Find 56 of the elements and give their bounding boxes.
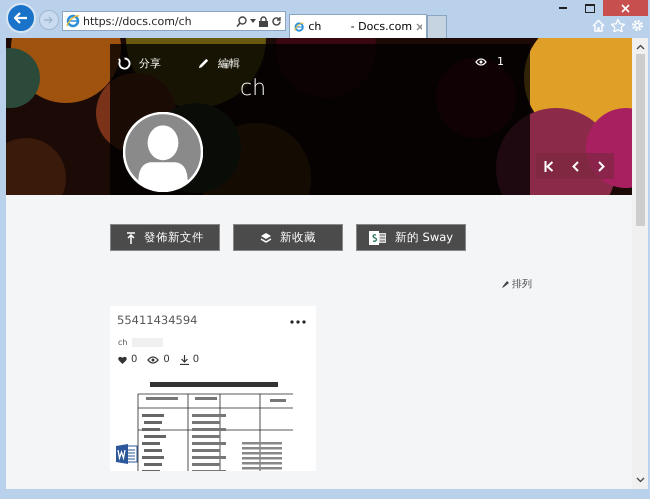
first-button[interactable] [536, 153, 562, 179]
ie-icon [66, 14, 80, 28]
author-name: ch [118, 338, 164, 347]
chevron-left-icon [572, 160, 578, 172]
close-icon [621, 4, 630, 12]
ie-icon [294, 20, 304, 34]
minimize-icon [558, 7, 566, 9]
document-title: 55411434594 [117, 313, 198, 327]
profile-name: ch [240, 76, 266, 101]
eye-icon [475, 58, 487, 66]
sway-icon [368, 230, 387, 246]
scroll-up-icon[interactable] [636, 44, 644, 50]
search-icon[interactable] [236, 16, 247, 26]
collection-button[interactable]: 新收藏 [233, 224, 343, 251]
document-card[interactable]: 55411434594 ch 0 0 0 [110, 306, 316, 471]
view-count: 1 [497, 55, 504, 68]
arrow-right-icon [44, 16, 54, 24]
eye-icon [147, 356, 160, 364]
edit-button[interactable]: 編輯 [197, 56, 240, 71]
upload-button[interactable]: 發佈新文件 [110, 224, 220, 251]
previous-button[interactable] [562, 153, 588, 179]
address-bar[interactable]: https://docs.com/ch [62, 11, 286, 31]
like-count: 0 [131, 354, 138, 365]
pencil-icon [197, 57, 210, 70]
arrow-left-icon [14, 12, 28, 24]
dropdown-icon[interactable] [250, 19, 256, 23]
close-icon[interactable] [416, 22, 422, 30]
browser-tab[interactable]: ch - Docs.com [289, 14, 427, 38]
sort-button[interactable]: 排列 [502, 277, 532, 291]
star-icon[interactable] [611, 19, 625, 32]
more-icon [290, 320, 306, 324]
view-count: 0 [163, 354, 170, 365]
download-count: 0 [192, 354, 200, 365]
share-button[interactable]: 分享 [118, 56, 161, 71]
lock-icon[interactable] [259, 16, 268, 26]
tab-site: - Docs.com [350, 20, 412, 33]
sway-button[interactable]: 新的 Sway [356, 224, 466, 251]
url-text: https://docs.com/ch [83, 14, 193, 28]
layers-icon [260, 232, 272, 244]
next-button[interactable] [588, 153, 614, 179]
heart-icon [118, 356, 127, 364]
scrollbar-thumb[interactable] [636, 54, 644, 226]
scroll-down-icon[interactable] [636, 477, 644, 483]
upload-icon [126, 232, 136, 244]
download-icon [180, 354, 189, 364]
close-button[interactable] [603, 0, 648, 16]
chevron-right-icon [598, 160, 604, 172]
tab-title: ch [308, 20, 322, 33]
first-page-icon [544, 160, 554, 172]
avatar-icon [123, 112, 203, 192]
maximize-icon [584, 4, 594, 12]
back-button[interactable] [6, 3, 36, 33]
pencil-icon [502, 280, 509, 288]
refresh-icon[interactable] [271, 16, 282, 26]
word-icon [116, 444, 138, 464]
share-icon [118, 57, 131, 70]
